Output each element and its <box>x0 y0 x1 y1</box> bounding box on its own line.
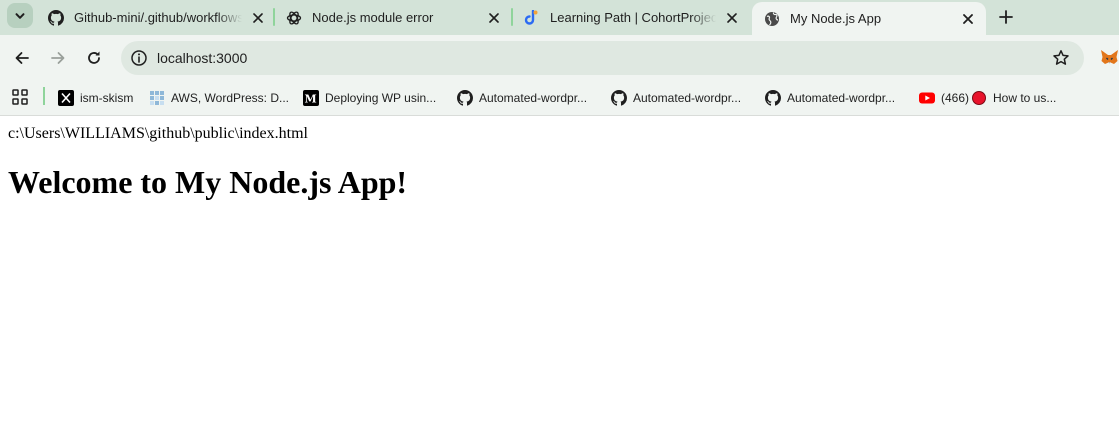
youtube-icon <box>919 90 935 106</box>
forward-button[interactable] <box>46 46 70 70</box>
bookmark-automated-wordpress-2[interactable]: Automated-wordpr... <box>611 85 741 111</box>
bookmark-label: How to us... <box>993 91 1057 105</box>
bookmark-label: AWS, WordPress: D... <box>171 91 290 105</box>
arrow-left-icon <box>15 52 29 64</box>
tab-title: Learning Path | CohortProject | <box>550 10 716 25</box>
tab-github-workflows[interactable]: Github-mini/.github/workflows/ <box>36 0 276 35</box>
close-icon[interactable] <box>484 8 504 28</box>
bookmark-label: Automated-wordpr... <box>787 91 896 105</box>
bookmarks-separator <box>43 87 45 105</box>
apps-grid-icon[interactable] <box>11 88 29 106</box>
bookmark-youtube[interactable]: (466) <box>919 85 969 111</box>
close-icon[interactable] <box>248 8 268 28</box>
info-icon[interactable] <box>130 49 148 67</box>
close-icon[interactable] <box>722 8 742 28</box>
bookmark-label: Automated-wordpr... <box>479 91 588 105</box>
github-icon <box>457 90 473 106</box>
page-content: c:\Users\WILLIAMS\github\public\index.ht… <box>0 117 1119 433</box>
bookmark-ism-skism[interactable]: ism-skism <box>58 85 133 111</box>
tab-my-nodejs-app[interactable]: My Node.js App <box>752 2 986 35</box>
tab-strip: Github-mini/.github/workflows/ Node.js m… <box>0 0 1119 35</box>
red-dot-icon <box>971 90 987 106</box>
tab-search-button[interactable] <box>7 3 33 28</box>
tab-nodejs-module-error[interactable]: Node.js module error <box>274 0 512 35</box>
bookmark-deploying-wp[interactable]: M Deploying WP usin... <box>303 85 436 111</box>
browser-toolbar: localhost:3000 <box>0 35 1119 80</box>
reload-icon <box>88 51 100 64</box>
bookmark-label: Automated-wordpr... <box>633 91 742 105</box>
github-icon <box>48 9 64 26</box>
cohort-icon <box>524 9 540 26</box>
metamask-fox-icon[interactable] <box>1100 48 1119 67</box>
back-button[interactable] <box>10 46 34 70</box>
bookmarks-bar: ism-skism AWS, WordPress: D... M Deployi… <box>0 80 1119 116</box>
bookmark-aws-wordpress[interactable]: AWS, WordPress: D... <box>149 85 289 111</box>
url-text[interactable]: localhost:3000 <box>157 49 247 67</box>
openai-icon <box>286 10 302 26</box>
tab-title: Node.js module error <box>312 10 434 25</box>
bookmark-label: ism-skism <box>80 91 134 105</box>
chevron-down-icon <box>15 12 25 19</box>
reload-button[interactable] <box>82 46 106 70</box>
file-path-text: c:\Users\WILLIAMS\github\public\index.ht… <box>8 125 308 142</box>
bookmark-label: (466) <box>941 91 970 105</box>
tab-learning-path[interactable]: Learning Path | CohortProject | <box>512 0 750 35</box>
arrow-right-icon <box>51 52 65 64</box>
x-icon <box>58 90 74 106</box>
bookmark-how-to-use[interactable]: How to us... <box>971 85 1056 111</box>
bookmark-label: Deploying WP usin... <box>325 91 437 105</box>
bookmark-automated-wordpress-1[interactable]: Automated-wordpr... <box>457 85 587 111</box>
close-icon[interactable] <box>958 9 978 29</box>
plus-icon <box>999 10 1013 24</box>
svg-text:M: M <box>305 93 317 106</box>
new-tab-button[interactable] <box>994 5 1018 29</box>
tab-title: Github-mini/.github/workflows/ <box>74 10 242 25</box>
globe-icon <box>764 11 780 27</box>
star-icon[interactable] <box>1052 49 1070 67</box>
tab-title: My Node.js App <box>790 11 882 26</box>
github-icon <box>611 90 627 106</box>
bookmark-automated-wordpress-3[interactable]: Automated-wordpr... <box>765 85 895 111</box>
medium-icon: M <box>303 90 319 106</box>
github-icon <box>765 90 781 106</box>
page-heading: Welcome to My Node.js App! <box>8 164 408 200</box>
aws-grid-icon <box>149 90 165 106</box>
address-bar[interactable]: localhost:3000 <box>121 41 1084 75</box>
